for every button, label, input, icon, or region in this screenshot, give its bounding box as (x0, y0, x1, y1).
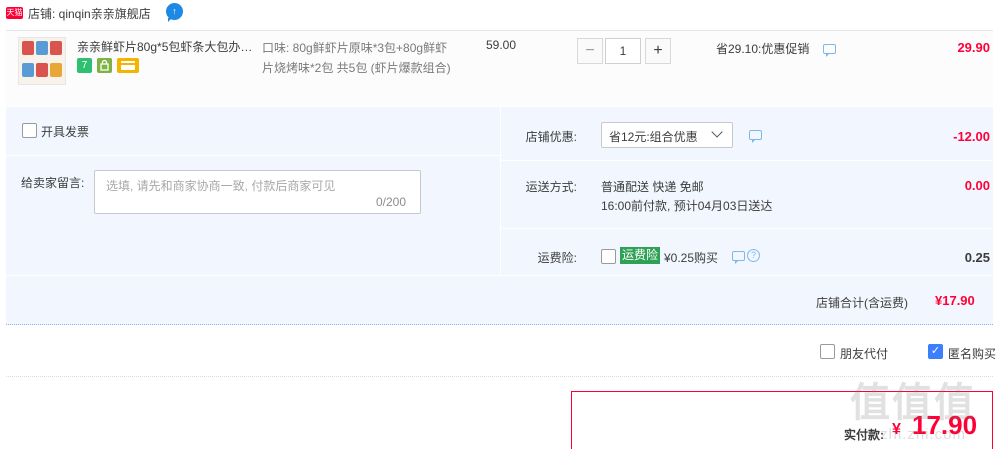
store-name-link[interactable]: 店铺: qinqin亲亲旗舰店 (28, 5, 151, 22)
snack-bag-icon (22, 41, 34, 55)
product-thumbnail[interactable] (18, 37, 66, 85)
seven-day-return-icon[interactable]: 7 (77, 58, 92, 73)
message-icon[interactable] (749, 130, 762, 143)
shipping-insurance-price: ¥0.25购买 (664, 251, 719, 265)
item-subtotal: 29.90 (957, 40, 990, 55)
invoice-checkbox[interactable] (22, 123, 37, 138)
help-icon[interactable]: ? (747, 249, 760, 262)
shipping-amount: 0.00 (964, 178, 990, 193)
shipping-eta-text: 16:00前付款, 预计04月03日送达 (601, 199, 773, 213)
chat-bubble-icon[interactable]: ↑ (166, 3, 183, 22)
seller-memo-label: 给卖家留言: (21, 176, 85, 190)
guarantee-icon[interactable] (97, 58, 112, 73)
message-icon[interactable] (823, 44, 836, 57)
product-sku-info: 口味: 80g鲜虾片原味*3包+80g鲜虾片烧烤味*2包 共5包 (虾片爆款组合… (262, 41, 451, 75)
quantity-decrease-button[interactable]: − (577, 38, 603, 64)
message-icon[interactable] (732, 251, 745, 264)
anonymous-purchase-checkbox[interactable]: ✓ (928, 344, 943, 359)
shipping-method-text: 普通配送 快递 免邮 (601, 180, 704, 194)
divider (501, 160, 993, 161)
tmall-logo-icon: 天猫 (6, 7, 23, 19)
payment-label: 实付款: (844, 428, 884, 442)
quantity-increase-button[interactable]: + (645, 38, 671, 64)
snack-bag-icon (50, 41, 62, 55)
watermark: 值值值 (850, 381, 976, 425)
shipping-insurance-label: 运费险: (537, 251, 577, 265)
seller-memo-placeholder: 选填, 请先和商家协商一致, 付款后商家可见 (106, 179, 336, 193)
shop-discount-label: 店铺优惠: (525, 130, 577, 144)
snack-bag-icon (36, 63, 48, 77)
quantity-input[interactable]: 1 (605, 38, 641, 64)
item-discount-note: 省29.10:优惠促销 (716, 42, 810, 56)
snack-bag-icon (36, 41, 48, 55)
seller-memo-char-count: 0/200 (376, 195, 407, 209)
shipping-insurance-amount: 0.25 (964, 250, 990, 265)
divider (501, 228, 993, 229)
snack-bag-icon (50, 63, 62, 77)
store-total-value: ¥17.90 (935, 293, 975, 308)
shipping-method-label: 运送方式: (525, 180, 577, 194)
anonymous-purchase-label[interactable]: 匿名购买 (948, 345, 996, 362)
credit-card-icon[interactable] (117, 58, 139, 73)
divider (6, 275, 993, 276)
watermark-url: zhi.zhi.com (880, 426, 967, 443)
shipping-insurance-checkbox[interactable] (601, 249, 616, 264)
shipping-insurance-badge: 运费险 (620, 247, 661, 264)
store-total-label: 店铺合计(含运费) (816, 296, 908, 310)
snack-bag-icon (22, 63, 34, 77)
shop-discount-amount: -12.00 (953, 129, 990, 144)
friend-pay-checkbox[interactable] (820, 344, 835, 359)
product-title-link[interactable]: 亲亲鲜虾片80g*5包虾条大包办… (77, 38, 257, 55)
invoice-label[interactable]: 开具发票 (41, 123, 89, 140)
friend-pay-label[interactable]: 朋友代付 (840, 345, 888, 362)
unit-price: 59.00 (486, 38, 517, 52)
divider (6, 155, 500, 156)
divider (6, 376, 993, 377)
shop-discount-selected-value: 省12元:组合优惠 (609, 130, 698, 144)
